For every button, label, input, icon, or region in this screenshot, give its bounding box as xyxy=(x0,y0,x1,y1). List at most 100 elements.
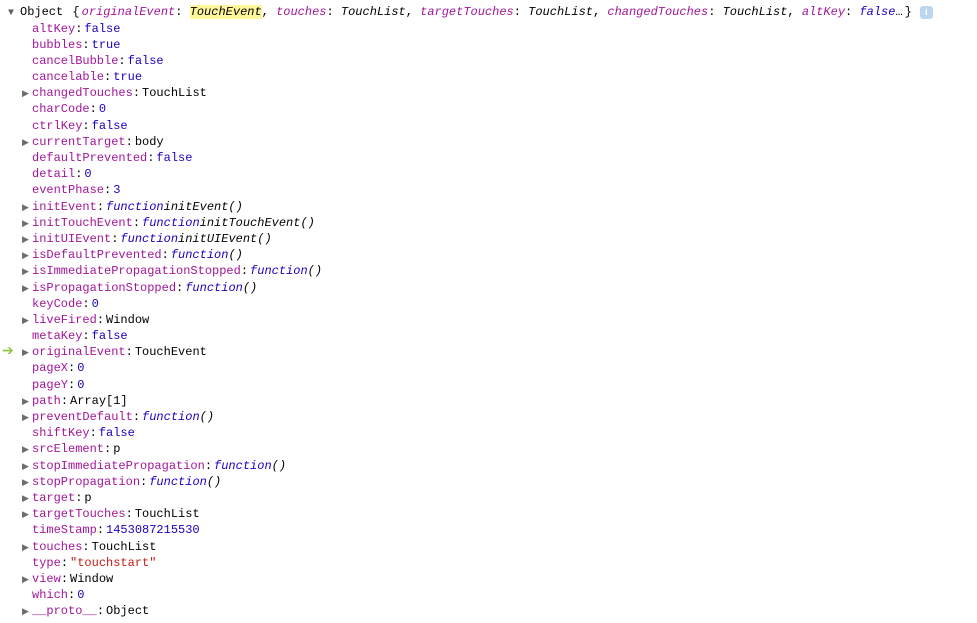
property-name: originalEvent xyxy=(32,344,126,360)
property-row[interactable]: initEvent: function initEvent() xyxy=(22,199,969,215)
disclosure-triangle-icon[interactable] xyxy=(22,312,32,328)
disclosure-triangle-icon[interactable] xyxy=(22,393,32,409)
property-row: shiftKey: false xyxy=(22,425,969,441)
disclosure-triangle-icon[interactable] xyxy=(22,539,32,555)
property-value: TouchList xyxy=(135,506,200,522)
property-row: cancelBubble: false xyxy=(22,53,969,69)
disclosure-triangle-icon[interactable] xyxy=(22,263,32,279)
colon: : xyxy=(111,231,118,247)
disclosure-triangle-icon[interactable] xyxy=(22,344,32,360)
property-row[interactable]: stopPropagation: function () xyxy=(22,474,969,490)
summary-prop-value: TouchEvent xyxy=(190,5,262,19)
property-row[interactable]: isDefaultPrevented: function () xyxy=(22,247,969,263)
property-name: touches xyxy=(32,539,82,555)
object-type-label: Object xyxy=(20,4,63,20)
separator: , xyxy=(262,5,276,19)
property-row: defaultPrevented: false xyxy=(22,150,969,166)
disclosure-triangle-icon[interactable] xyxy=(22,490,32,506)
property-row[interactable]: isImmediatePropagationStopped: function … xyxy=(22,263,969,279)
colon: : xyxy=(104,69,111,85)
colon: : xyxy=(241,263,248,279)
property-row[interactable]: touches: TouchList xyxy=(22,539,969,555)
property-row: pageY: 0 xyxy=(22,377,969,393)
property-value: true xyxy=(113,69,142,85)
property-name: bubbles xyxy=(32,37,82,53)
property-row[interactable]: path: Array[1] xyxy=(22,393,969,409)
disclosure-triangle-icon[interactable] xyxy=(22,571,32,587)
summary-prop-name: targetTouches xyxy=(420,5,514,19)
property-row[interactable]: preventDefault: function () xyxy=(22,409,969,425)
property-row[interactable]: view: Window xyxy=(22,571,969,587)
property-name: initUIEvent xyxy=(32,231,111,247)
property-row[interactable]: ➔originalEvent: TouchEvent xyxy=(22,344,969,360)
property-row[interactable]: liveFired: Window xyxy=(22,312,969,328)
property-name: srcElement xyxy=(32,441,104,457)
property-row: ctrlKey: false xyxy=(22,118,969,134)
disclosure-triangle-icon[interactable] xyxy=(22,247,32,263)
property-row: detail: 0 xyxy=(22,166,969,182)
property-row[interactable]: targetTouches: TouchList xyxy=(22,506,969,522)
property-name: targetTouches xyxy=(32,506,126,522)
colon: : xyxy=(97,199,104,215)
colon: : xyxy=(61,571,68,587)
property-value: false xyxy=(156,150,192,166)
property-name: view xyxy=(32,571,61,587)
object-root-line[interactable]: Object { originalEvent: TouchEvent, touc… xyxy=(8,4,969,21)
property-value: false xyxy=(92,118,128,134)
property-row[interactable]: initUIEvent: function initUIEvent() xyxy=(22,231,969,247)
property-value: 0 xyxy=(84,166,91,182)
disclosure-triangle-icon[interactable] xyxy=(22,85,32,101)
property-value: TouchEvent xyxy=(135,344,207,360)
colon: : xyxy=(75,21,82,37)
separator: , xyxy=(406,5,420,19)
property-row: timeStamp: 1453087215530 xyxy=(22,522,969,538)
property-row[interactable]: changedTouches: TouchList xyxy=(22,85,969,101)
property-row[interactable]: stopImmediatePropagation: function () xyxy=(22,458,969,474)
disclosure-triangle-icon[interactable] xyxy=(22,134,32,150)
property-value: false xyxy=(99,425,135,441)
property-row[interactable]: __proto__: Object xyxy=(22,603,969,619)
function-keyword: function xyxy=(250,263,308,279)
pointer-arrow-icon: ➔ xyxy=(2,343,14,362)
summary-prop-name: touches xyxy=(276,5,326,19)
property-row[interactable]: currentTarget: body xyxy=(22,134,969,150)
colon: : xyxy=(205,458,212,474)
disclosure-triangle-icon[interactable] xyxy=(22,474,32,490)
property-value: false xyxy=(128,53,164,69)
disclosure-triangle-icon[interactable] xyxy=(22,215,32,231)
disclosure-triangle-icon[interactable] xyxy=(22,603,32,619)
function-signature: () xyxy=(228,247,242,263)
summary-prop-value: TouchList xyxy=(723,5,788,19)
object-summary-open: { xyxy=(65,4,79,20)
disclosure-triangle-icon[interactable] xyxy=(22,441,32,457)
property-row[interactable]: target: p xyxy=(22,490,969,506)
function-signature: initTouchEvent() xyxy=(200,215,315,231)
function-keyword: function xyxy=(149,474,207,490)
disclosure-triangle-icon[interactable] xyxy=(22,280,32,296)
property-name: __proto__ xyxy=(32,603,97,619)
property-row[interactable]: srcElement: p xyxy=(22,441,969,457)
colon: : xyxy=(175,5,189,19)
property-row: altKey: false xyxy=(22,21,969,37)
property-row[interactable]: initTouchEvent: function initTouchEvent(… xyxy=(22,215,969,231)
colon: : xyxy=(97,312,104,328)
disclosure-triangle-icon[interactable] xyxy=(22,409,32,425)
summary-prop-value: TouchList xyxy=(341,5,406,19)
function-keyword: function xyxy=(185,280,243,296)
disclosure-triangle-icon[interactable] xyxy=(22,506,32,522)
info-icon[interactable]: i xyxy=(920,6,933,19)
property-row: cancelable: true xyxy=(22,69,969,85)
property-row[interactable]: isPropagationStopped: function () xyxy=(22,280,969,296)
property-value: body xyxy=(135,134,164,150)
disclosure-triangle-icon[interactable] xyxy=(22,199,32,215)
disclosure-triangle-icon[interactable] xyxy=(22,231,32,247)
property-name: shiftKey xyxy=(32,425,90,441)
property-value: Object xyxy=(106,603,149,619)
disclosure-triangle-icon[interactable] xyxy=(22,458,32,474)
property-value: p xyxy=(113,441,120,457)
property-name: cancelBubble xyxy=(32,53,118,69)
disclosure-triangle-icon[interactable] xyxy=(8,4,18,21)
colon: : xyxy=(126,344,133,360)
property-name: liveFired xyxy=(32,312,97,328)
property-name: preventDefault xyxy=(32,409,133,425)
